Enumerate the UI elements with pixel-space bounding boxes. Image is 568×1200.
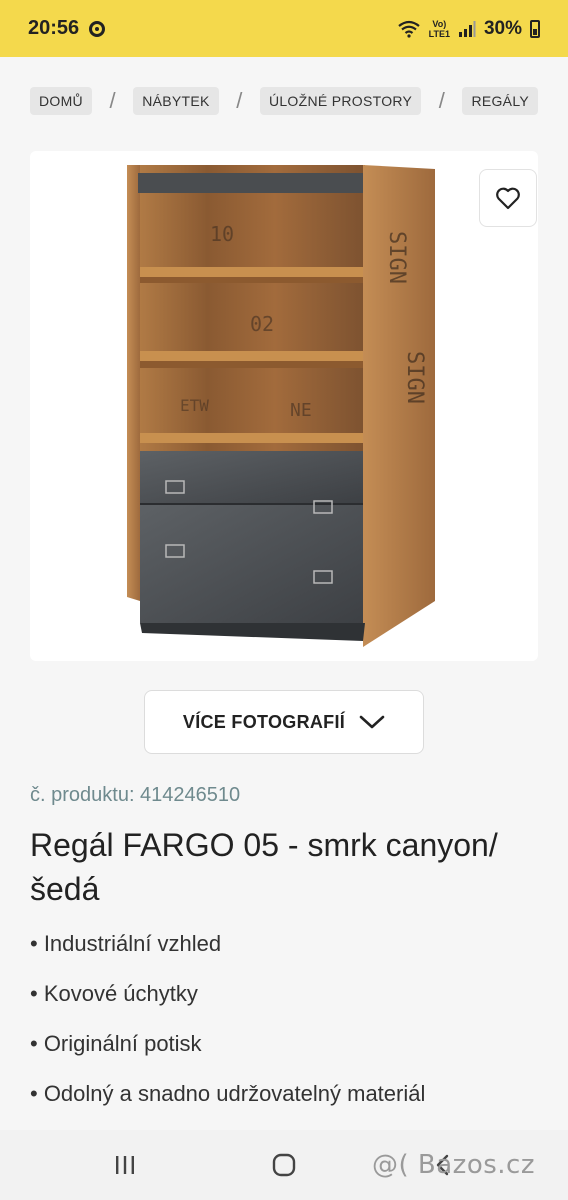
favorite-button[interactable]: [479, 169, 537, 227]
recent-apps-button[interactable]: [100, 1148, 150, 1182]
breadcrumb-item-furniture[interactable]: NÁBYTEK: [133, 87, 219, 115]
svg-text:ETW: ETW: [180, 396, 209, 415]
volte-label: Vo): [432, 18, 447, 29]
breadcrumb-item-storage[interactable]: ÚLOŽNÉ PROSTORY: [259, 87, 422, 115]
product-number: č. produktu: 414246510: [30, 784, 241, 806]
svg-text:02: 02: [250, 312, 274, 336]
home-button[interactable]: [259, 1146, 309, 1184]
feature-item: • Originální potisk: [30, 1031, 202, 1056]
watermark: @( Bazos.cz: [372, 1150, 535, 1180]
chevron-down-icon: [359, 715, 385, 729]
signal-icon: [458, 20, 476, 37]
product-title: Regál FARGO 05 - smrk canyon/šedá: [30, 827, 498, 907]
product-image[interactable]: 10 02 ETW NE SIGN SIGN: [30, 151, 538, 661]
breadcrumb-item-home[interactable]: DOMŮ: [30, 87, 92, 115]
breadcrumb-item-shelves[interactable]: REGÁLY: [462, 87, 538, 115]
page-content: DOMŮ / NÁBYTEK / ÚLOŽNÉ PROSTORY / REGÁL…: [0, 57, 568, 1130]
recent-apps-icon: [116, 1156, 134, 1174]
home-icon: [272, 1153, 296, 1177]
battery-percent: 30%: [483, 17, 522, 39]
heart-icon: [496, 187, 520, 210]
wifi-icon: [397, 20, 420, 38]
network-type: Vo) LTE1: [429, 19, 450, 39]
status-time: 20:56: [28, 17, 80, 39]
lte-label: LTE1: [428, 28, 450, 39]
more-photos-button[interactable]: VÍCE FOTOGRAFIÍ: [144, 690, 424, 754]
feature-list: • Industriální vzhled • Kovové úchytky •…: [30, 930, 540, 1130]
feature-item: • Odolný a snadno udržovatelný materiál: [30, 1081, 426, 1106]
svg-text:SIGN: SIGN: [402, 351, 427, 404]
more-photos-label: VÍCE FOTOGRAFIÍ: [182, 711, 346, 732]
svg-text:10: 10: [210, 222, 234, 246]
breadcrumb-separator: /: [109, 88, 116, 113]
status-bar: 20:56 Vo) LTE1 30%: [0, 0, 568, 57]
recording-icon: [89, 20, 106, 37]
breadcrumb-separator: /: [438, 88, 445, 113]
svg-text:NE: NE: [290, 400, 312, 421]
breadcrumb: DOMŮ / NÁBYTEK / ÚLOŽNÉ PROSTORY / REGÁL…: [30, 87, 538, 115]
status-indicators: Vo) LTE1 30%: [397, 18, 540, 40]
feature-item: • Industriální vzhled: [30, 931, 222, 956]
svg-text:SIGN: SIGN: [384, 231, 409, 284]
battery-icon: [530, 19, 540, 38]
product-photo-card: 10 02 ETW NE SIGN SIGN: [30, 151, 538, 661]
feature-item: • Kovové úchytky: [30, 981, 198, 1006]
breadcrumb-separator: /: [236, 88, 243, 113]
